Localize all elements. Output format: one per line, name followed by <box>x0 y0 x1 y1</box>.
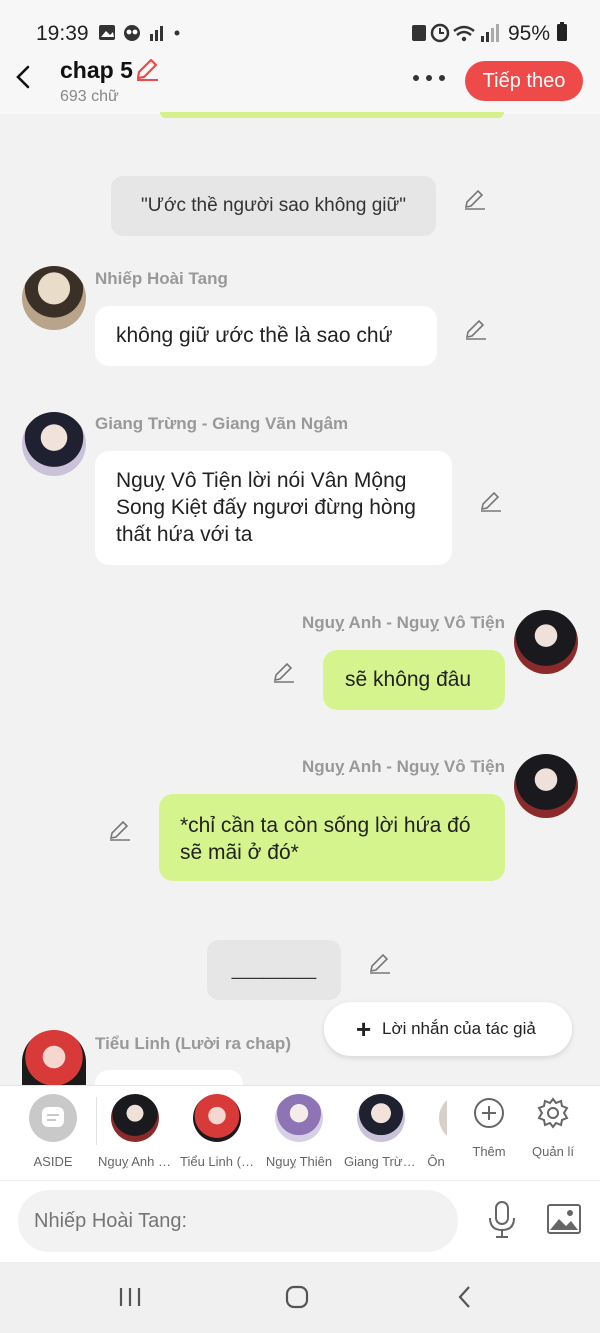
add-character-label[interactable]: Thêm <box>464 1144 514 1159</box>
message-bubble[interactable]: Nguỵ Vô Tiện lời nói Vân Mộng Song Kiệt … <box>95 451 452 565</box>
image-icon[interactable] <box>546 1203 582 1240</box>
message-bubble[interactable]: không giữ ước thề là sao chứ <box>95 306 437 366</box>
edit-icon[interactable] <box>463 187 487 211</box>
battery-icon <box>556 22 567 41</box>
edit-icon[interactable] <box>368 951 392 975</box>
narration-bubble[interactable]: "Ước thề người sao không giữ" <box>111 176 436 236</box>
divider <box>96 1097 97 1145</box>
more-options-icon[interactable] <box>412 60 446 91</box>
edit-icon[interactable] <box>108 818 132 842</box>
character-label: Nguỵ Thiên <box>265 1154 333 1169</box>
back-icon[interactable] <box>14 64 34 98</box>
aside-avatar[interactable] <box>29 1094 77 1142</box>
character-avatar[interactable] <box>357 1094 405 1142</box>
nav-back-icon[interactable] <box>456 1285 474 1314</box>
edit-icon[interactable] <box>272 660 296 684</box>
avatar[interactable] <box>514 754 578 818</box>
author-note-label: Lời nhắn của tác giả <box>382 1019 536 1038</box>
message-bubble[interactable]: *chỉ cần ta còn sống lời hứa đó sẽ mãi ở… <box>159 794 505 881</box>
avatar[interactable] <box>514 610 578 674</box>
word-count: 693 chữ <box>60 88 119 105</box>
battery-percent: 95% <box>508 22 551 45</box>
microphone-icon[interactable] <box>486 1200 518 1245</box>
previous-message-edge <box>160 112 504 118</box>
edit-icon[interactable] <box>464 317 488 341</box>
character-avatar[interactable] <box>193 1094 241 1142</box>
character-label: Nguỵ Anh - Nguỵ Vô Tiện <box>98 1154 172 1169</box>
character-label: Giang Trừng - Giang Vãn Ngâm <box>344 1154 418 1169</box>
system-icons <box>410 22 502 49</box>
avatar[interactable] <box>22 1030 86 1090</box>
avatar[interactable] <box>22 266 86 330</box>
chapter-title: chap 5 <box>60 57 133 83</box>
notification-icons <box>98 22 180 49</box>
home-icon[interactable] <box>285 1285 309 1314</box>
sender-name: Giang Trừng - Giang Vãn Ngâm <box>95 414 349 433</box>
edit-title-icon[interactable] <box>134 56 160 87</box>
status-time: 19:39 <box>36 22 89 45</box>
sender-name: Nguỵ Anh - Nguỵ Vô Tiện <box>301 613 505 632</box>
sender-name: Nguỵ Anh - Nguỵ Vô Tiện <box>301 757 505 776</box>
character-label: ASIDE <box>33 1154 73 1169</box>
sender-name: Nhiếp Hoài Tang <box>95 269 228 288</box>
character-avatar-clipped[interactable] <box>439 1094 447 1142</box>
sender-name: Tiểu Linh (Lười ra chap) <box>95 1034 291 1053</box>
character-label: Ôn <box>427 1154 445 1169</box>
message-bubble[interactable]: sẽ không đâu <box>323 650 505 710</box>
character-avatar[interactable] <box>275 1094 323 1142</box>
character-label: Tiểu Linh (Lười ra chap) <box>180 1154 254 1169</box>
recent-apps-icon[interactable] <box>118 1286 142 1313</box>
message-input[interactable] <box>18 1190 458 1252</box>
plus-icon: + <box>356 1014 372 1044</box>
author-note-button[interactable]: + Lời nhắn của tác giả <box>324 1002 572 1056</box>
next-button[interactable]: Tiếp theo <box>465 61 583 101</box>
add-character-icon[interactable] <box>472 1096 506 1135</box>
avatar[interactable] <box>22 412 86 476</box>
gear-icon[interactable] <box>536 1096 570 1135</box>
message-bubble[interactable] <box>95 1070 243 1085</box>
battery-level: 95% <box>508 22 568 46</box>
narration-bubble[interactable]: ________ <box>207 940 341 1000</box>
manage-label[interactable]: Quản lí <box>526 1144 580 1159</box>
character-avatar[interactable] <box>111 1094 159 1142</box>
edit-icon[interactable] <box>479 489 503 513</box>
